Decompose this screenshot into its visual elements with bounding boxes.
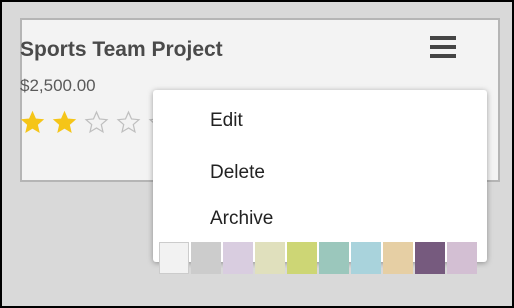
color-swatch[interactable]: [255, 242, 285, 274]
menu-item-archive[interactable]: Archive: [210, 208, 273, 230]
color-swatch[interactable]: [159, 242, 189, 274]
color-swatch[interactable]: [319, 242, 349, 274]
window-frame: Sports Team Project $2,500.00 Edit Delet…: [0, 0, 514, 308]
color-swatch[interactable]: [191, 242, 221, 274]
star-icon-1[interactable]: [20, 110, 45, 135]
menu-item-delete[interactable]: Delete: [210, 162, 265, 184]
color-swatch[interactable]: [383, 242, 413, 274]
color-swatch[interactable]: [287, 242, 317, 274]
menu-item-edit[interactable]: Edit: [210, 110, 243, 132]
color-swatch[interactable]: [415, 242, 445, 274]
card-options-menu: Edit Delete Archive: [153, 90, 487, 274]
star-rating[interactable]: [20, 110, 173, 135]
project-title: Sports Team Project: [20, 38, 223, 61]
star-icon-4[interactable]: [116, 110, 141, 135]
star-icon-3[interactable]: [84, 110, 109, 135]
color-swatch[interactable]: [447, 242, 477, 274]
project-price: $2,500.00: [20, 76, 96, 95]
color-swatch[interactable]: [223, 242, 253, 274]
star-icon-2[interactable]: [52, 110, 77, 135]
hamburger-menu-icon[interactable]: [430, 36, 456, 58]
color-swatch[interactable]: [351, 242, 381, 274]
color-swatch-row: [159, 242, 477, 274]
